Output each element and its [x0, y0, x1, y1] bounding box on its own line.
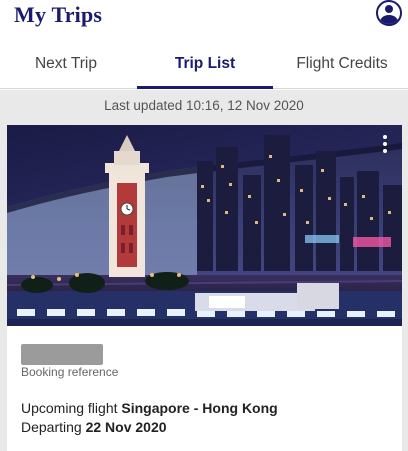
user-profile-icon[interactable] [376, 0, 402, 26]
booking-reference-label: Booking reference [21, 365, 119, 379]
upcoming-flight-line: Upcoming flight Singapore - Hong Kong [21, 400, 278, 416]
last-updated-status: Last updated 10:16, 12 Nov 2020 [104, 98, 304, 113]
departing-date: 22 Nov 2020 [85, 419, 167, 435]
tab-trip-list[interactable]: Trip List [137, 36, 273, 89]
active-tab-indicator [137, 86, 273, 89]
profile-head-shape [385, 5, 393, 13]
booking-reference-redacted [21, 344, 103, 365]
trip-tabs: Next Trip Trip List Flight Credits [0, 36, 408, 89]
upcoming-flight-prefix: Upcoming flight [21, 400, 118, 416]
app-header: My Trips [0, 0, 408, 36]
departing-prefix: Departing [21, 419, 82, 435]
more-vertical-icon[interactable] [382, 135, 388, 155]
tab-flight-credits[interactable]: Flight Credits [276, 36, 408, 89]
flight-route: Singapore - Hong Kong [121, 400, 278, 416]
page-title: My Trips [14, 2, 103, 27]
departing-line: Departing 22 Nov 2020 [21, 419, 167, 435]
destination-image [7, 125, 402, 326]
trip-list-content: Last updated 10:16, 12 Nov 2020 Booking … [0, 90, 408, 451]
tab-next-trip[interactable]: Next Trip [0, 36, 132, 89]
profile-shoulders-shape [380, 15, 398, 24]
trip-card[interactable]: Booking reference Upcoming flight Singap… [7, 125, 402, 451]
